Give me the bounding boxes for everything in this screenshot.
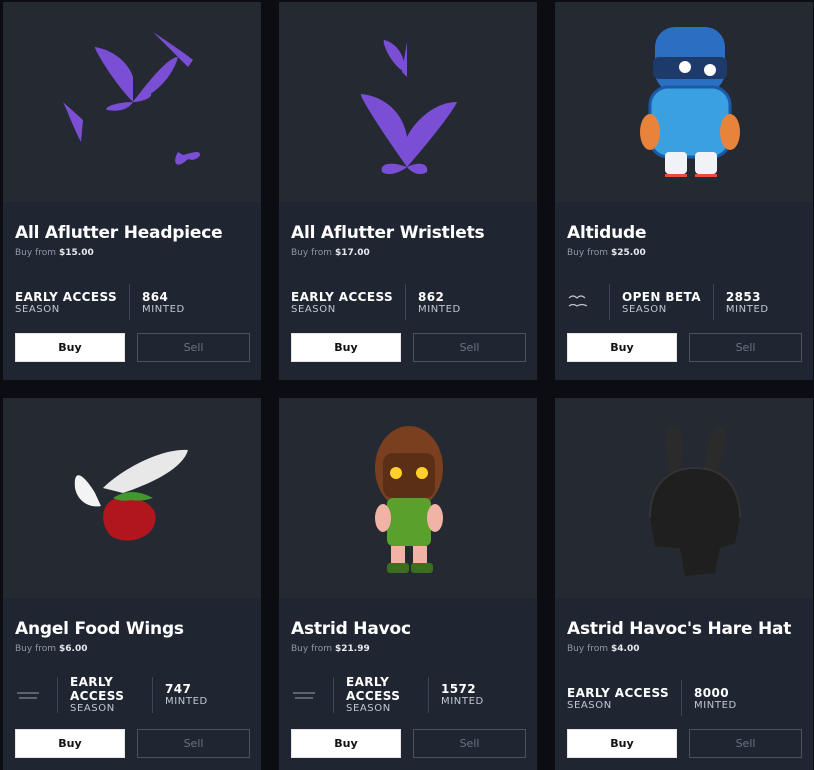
brand-logo-icon bbox=[568, 295, 588, 307]
item-card[interactable]: All Aflutter Wristlets Buy from $17.00 EA… bbox=[279, 2, 537, 380]
divider bbox=[712, 284, 714, 320]
season-label: SEASON bbox=[567, 699, 612, 711]
action-row: Buy Sell bbox=[567, 333, 802, 362]
item-title: All Aflutter Headpiece bbox=[15, 223, 223, 243]
season-label: SEASON bbox=[70, 703, 115, 714]
divider bbox=[428, 676, 429, 713]
divider bbox=[57, 676, 58, 713]
item-price: Buy from $17.00 bbox=[291, 248, 370, 258]
item-price: Buy from $15.00 bbox=[15, 248, 94, 258]
item-card[interactable]: Altidude Buy from $25.00 OPEN BETA SEASON… bbox=[555, 2, 813, 380]
minted-label: MINTED bbox=[142, 303, 185, 315]
item-title: Astrid Havoc bbox=[291, 619, 411, 639]
minted-value: 747 bbox=[165, 682, 192, 696]
divider bbox=[405, 284, 407, 320]
action-row: Buy Sell bbox=[291, 333, 526, 362]
hare-hat-image bbox=[649, 425, 741, 576]
brand-logo-icon bbox=[17, 692, 39, 698]
season-value: EARLY ACCESS bbox=[346, 675, 401, 703]
butterfly-image bbox=[360, 40, 457, 175]
item-image[interactable] bbox=[3, 398, 261, 598]
item-meta: EARLY ACCESS SEASON 8000 MINTED bbox=[567, 680, 801, 716]
action-row: Buy Sell bbox=[567, 729, 802, 758]
item-image[interactable] bbox=[279, 398, 537, 598]
season-value: EARLY ACCESS bbox=[291, 289, 394, 304]
minted-value: 864 bbox=[142, 289, 169, 304]
minted-value: 8000 bbox=[694, 685, 730, 700]
season-label: SEASON bbox=[291, 303, 336, 315]
item-image[interactable] bbox=[555, 2, 813, 202]
item-meta: EARLY ACCESS SEASON 864 MINTED bbox=[15, 284, 249, 320]
character-image bbox=[375, 426, 443, 573]
item-image[interactable] bbox=[279, 2, 537, 202]
item-meta: EARLY ACCESS SEASON 747 MINTED bbox=[15, 675, 249, 714]
item-title: All Aflutter Wristlets bbox=[291, 223, 485, 243]
sell-button[interactable]: Sell bbox=[413, 333, 526, 362]
item-meta: EARLY ACCESS SEASON 1572 MINTED bbox=[291, 675, 525, 714]
item-price: Buy from $4.00 bbox=[567, 644, 640, 654]
season-value: EARLY ACCESS bbox=[567, 685, 670, 700]
minted-label: MINTED bbox=[441, 696, 484, 707]
season-label: SEASON bbox=[15, 303, 60, 315]
divider bbox=[681, 680, 683, 716]
buy-button[interactable]: Buy bbox=[291, 333, 401, 362]
divider bbox=[129, 284, 131, 320]
divider bbox=[333, 676, 334, 713]
buy-button[interactable]: Buy bbox=[567, 729, 677, 758]
item-price: Buy from $21.99 bbox=[291, 644, 370, 654]
buy-button[interactable]: Buy bbox=[567, 333, 677, 362]
sell-button[interactable]: Sell bbox=[137, 729, 250, 758]
sell-button[interactable]: Sell bbox=[689, 729, 802, 758]
item-card[interactable]: All Aflutter Headpiece Buy from $15.00 EA… bbox=[3, 2, 261, 380]
item-title: Altidude bbox=[567, 223, 647, 243]
item-title: Astrid Havoc's Hare Hat bbox=[567, 619, 792, 639]
minted-value: 2853 bbox=[725, 289, 761, 304]
character-image bbox=[640, 27, 740, 177]
item-card[interactable]: Astrid Havoc Buy from $21.99 EARLY ACCESS… bbox=[279, 398, 537, 770]
buy-button[interactable]: Buy bbox=[291, 729, 401, 758]
season-label: SEASON bbox=[346, 703, 391, 714]
minted-value: 1572 bbox=[441, 682, 476, 696]
minted-label: MINTED bbox=[418, 303, 461, 315]
butterfly-image bbox=[63, 32, 201, 165]
buy-button[interactable]: Buy bbox=[15, 729, 125, 758]
divider bbox=[609, 284, 610, 320]
sell-button[interactable]: Sell bbox=[413, 729, 526, 758]
divider bbox=[152, 676, 153, 713]
buy-button[interactable]: Buy bbox=[15, 333, 125, 362]
minted-value: 862 bbox=[418, 289, 445, 304]
season-value: EARLY ACCESS bbox=[15, 289, 118, 304]
item-price: Buy from $6.00 bbox=[15, 644, 88, 654]
action-row: Buy Sell bbox=[15, 729, 250, 758]
item-title: Angel Food Wings bbox=[15, 619, 184, 639]
item-image[interactable] bbox=[3, 2, 261, 202]
item-card[interactable]: Astrid Havoc's Hare Hat Buy from $4.00 EA… bbox=[555, 398, 813, 770]
item-image[interactable] bbox=[555, 398, 813, 598]
strawberry-wings-image bbox=[74, 449, 188, 541]
item-price: Buy from $25.00 bbox=[567, 248, 646, 258]
item-card[interactable]: Angel Food Wings Buy from $6.00 EARLY ACC… bbox=[3, 398, 261, 770]
item-meta: OPEN BETA SEASON 2853 MINTED bbox=[567, 284, 801, 320]
season-label: SEASON bbox=[622, 303, 667, 315]
minted-label: MINTED bbox=[165, 696, 208, 707]
item-meta: EARLY ACCESS SEASON 862 MINTED bbox=[291, 284, 525, 320]
season-value: EARLY ACCESS bbox=[70, 675, 125, 703]
minted-label: MINTED bbox=[694, 699, 737, 711]
brand-logo-icon bbox=[293, 692, 315, 698]
action-row: Buy Sell bbox=[291, 729, 526, 758]
item-grid: All Aflutter Headpiece Buy from $15.00 EA… bbox=[0, 0, 814, 770]
season-value: OPEN BETA bbox=[622, 289, 701, 304]
minted-label: MINTED bbox=[725, 303, 769, 315]
action-row: Buy Sell bbox=[15, 333, 250, 362]
sell-button[interactable]: Sell bbox=[689, 333, 802, 362]
sell-button[interactable]: Sell bbox=[137, 333, 250, 362]
